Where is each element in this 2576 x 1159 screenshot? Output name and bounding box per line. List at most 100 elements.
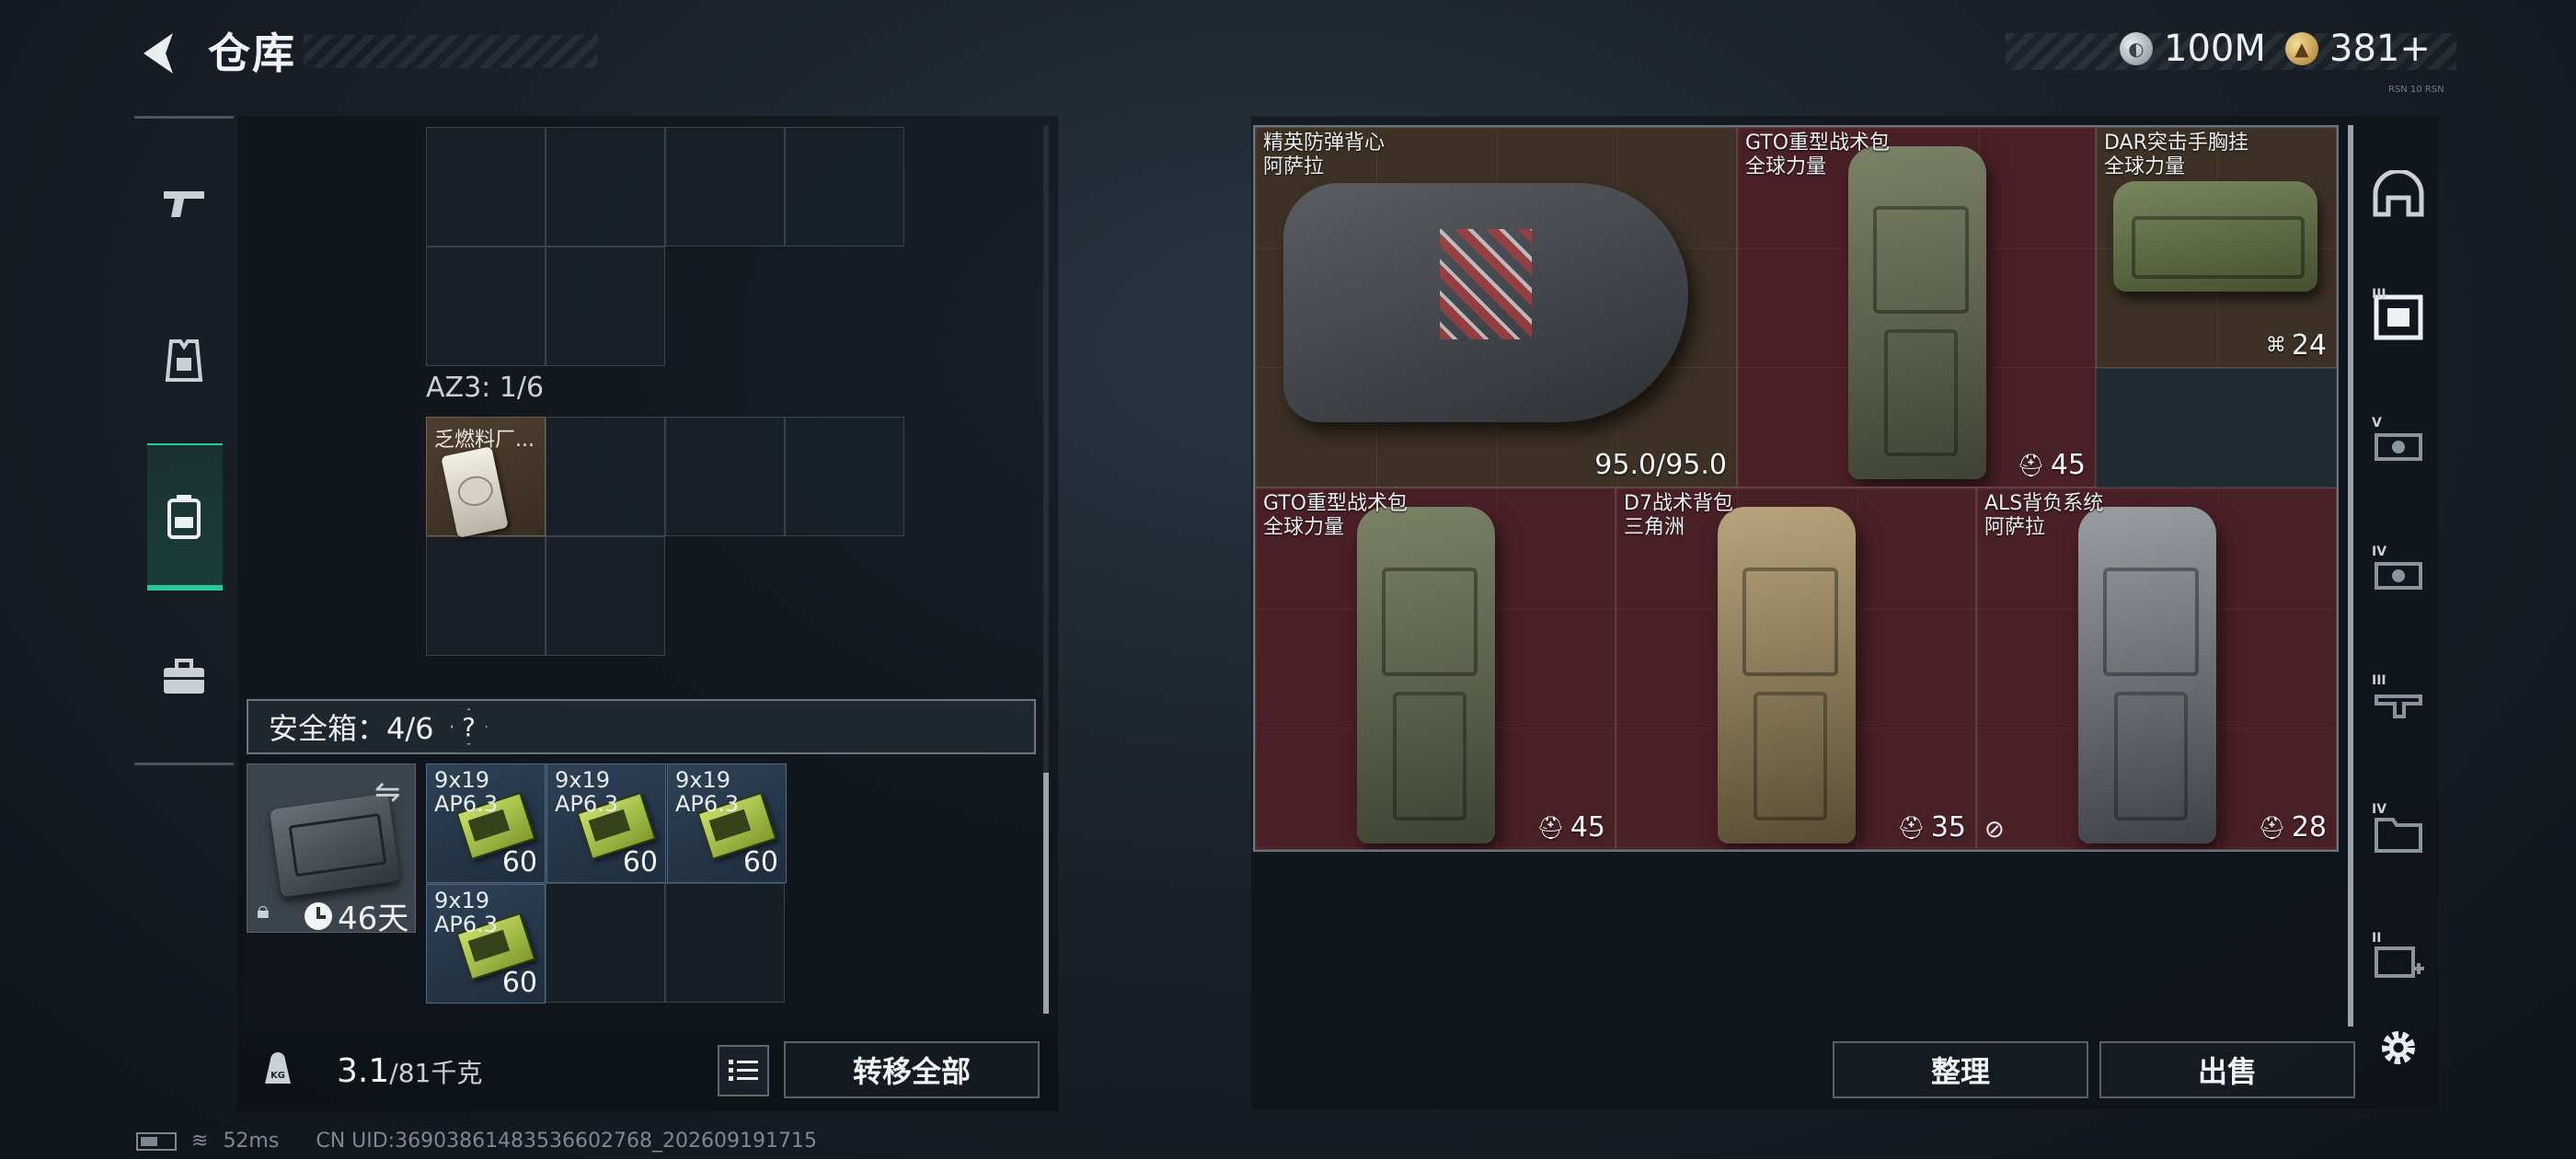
- swap-icon[interactable]: ⇋: [374, 774, 401, 810]
- gear-name: ALS背负系统: [1984, 492, 2104, 515]
- capacity-value: ⌘ 24: [2265, 329, 2327, 361]
- gear-faction: 三角洲: [1624, 516, 1685, 539]
- backpack-image: [2078, 507, 2216, 843]
- gold-coin-icon: ▲: [2285, 32, 2318, 65]
- filter-armor[interactable]: III: [2366, 285, 2431, 350]
- ammo-name: 9x19 AP6.3: [434, 888, 499, 937]
- safe-case-timer-text: 46天: [338, 901, 409, 937]
- fuel-item[interactable]: 乏燃料厂...: [426, 417, 546, 538]
- grid-gap: [785, 536, 904, 656]
- grid-cell[interactable]: [665, 883, 785, 1003]
- safe-case[interactable]: ⇋ 🔒︎ 46天: [247, 763, 416, 937]
- list-view-button[interactable]: [718, 1045, 769, 1096]
- ammo-item[interactable]: 9x19 AP6.3 60: [546, 763, 666, 883]
- no-repair-icon: ⊘: [1984, 816, 2005, 843]
- grid-cell[interactable]: [546, 417, 665, 536]
- settings-button[interactable]: [2366, 1016, 2431, 1080]
- backpack-icon: [167, 495, 201, 539]
- svg-text:KG: KG: [270, 1071, 285, 1081]
- toolbox-icon: [164, 659, 204, 694]
- ammo-item[interactable]: 9x19 AP6.3 60: [426, 884, 546, 1004]
- safe-box-header: 安全箱：4/6 ?: [247, 699, 1036, 754]
- container-grid-top: [426, 127, 904, 366]
- filter-level: IV: [2372, 802, 2387, 817]
- filter-tier2-add[interactable]: II: [2366, 929, 2431, 993]
- helmet-icon: [2373, 170, 2424, 217]
- filter-level: IV: [2372, 545, 2387, 559]
- chest-rig-image: [2113, 181, 2317, 292]
- gear-name: GTO重型战术包: [1263, 492, 1409, 515]
- gear-tile-backpack[interactable]: GTO重型战术包 全球力量 ⛑︎ 45: [1737, 127, 2096, 488]
- gear-tile-backpack[interactable]: ALS背负系统 阿萨拉 ⊘ ⛑︎ 28: [1976, 488, 2337, 850]
- help-icon[interactable]: ?: [450, 708, 488, 745]
- rifle-icon: [2375, 694, 2422, 718]
- filter-tier4-bag[interactable]: IV: [2366, 800, 2431, 865]
- storage-scrollbar-thumb[interactable]: [1043, 773, 1049, 1014]
- grid-cell[interactable]: [546, 536, 665, 656]
- grid-cell[interactable]: [426, 536, 546, 656]
- gold-currency[interactable]: ▲ 381+: [2285, 28, 2431, 70]
- capacity-value: ⛑︎ 28: [2258, 811, 2327, 843]
- nav-toolbox[interactable]: [147, 640, 221, 714]
- grid-cell[interactable]: [426, 247, 546, 366]
- list-icon: [729, 1060, 758, 1081]
- status-bar: ≋ 52ms CN UID:3690386148353660​2768_2026…: [136, 1130, 817, 1153]
- filter-tier3[interactable]: III: [2366, 671, 2431, 736]
- ping-text: 52ms: [223, 1130, 280, 1153]
- grid-cell[interactable]: [426, 127, 546, 247]
- gear-name: 精英防弹背心: [1263, 132, 1386, 155]
- grid-cell[interactable]: [546, 883, 665, 1003]
- grid-gap: [665, 536, 785, 656]
- gear-faction: 阿萨拉: [1263, 155, 1325, 178]
- gear-tile-backpack[interactable]: D7战术背包 三角洲 ⛑︎ 35: [1616, 488, 1976, 850]
- capacity-icon: ⛑︎: [1897, 814, 1926, 841]
- filter-helmet[interactable]: [2366, 162, 2431, 226]
- ammo-item[interactable]: 9x19 AP6.3 60: [426, 763, 546, 883]
- sell-button[interactable]: 出售: [2099, 1041, 2355, 1098]
- grid-cell[interactable]: [665, 417, 785, 536]
- weapon-box-icon: [2375, 562, 2422, 590]
- sort-button[interactable]: 整理: [1833, 1041, 2088, 1098]
- grid-cell[interactable]: [546, 247, 665, 366]
- az3-label: AZ3: 1/6: [426, 372, 545, 404]
- grid-cell[interactable]: [785, 127, 904, 247]
- gear-name: D7战术背包: [1624, 492, 1733, 515]
- transfer-all-button[interactable]: 转移全部: [784, 1041, 1040, 1098]
- ammo-qty: 60: [501, 967, 537, 999]
- chest-rig-icon: [165, 339, 203, 382]
- nav-weapons[interactable]: [147, 166, 221, 239]
- grid-cell[interactable]: [785, 417, 904, 536]
- gear-faction: 全球力量: [1745, 155, 1827, 178]
- ammo-name: 9x19 AP6.3: [434, 767, 499, 817]
- gear-tile-backpack[interactable]: GTO重型战术包 全球力量 ⛑︎ 45: [1255, 488, 1616, 850]
- folder-icon: [2375, 818, 2422, 853]
- grid-cell[interactable]: [546, 127, 665, 247]
- filter-tier4[interactable]: IV: [2366, 543, 2431, 607]
- weight-current: 3.1: [337, 1052, 390, 1090]
- gear-scrollbar-thumb[interactable]: [2348, 125, 2353, 1027]
- weapon-box-icon: [2375, 433, 2422, 461]
- gear-tile-chest-rig[interactable]: DAR突击手胸挂 全球力量 ⌘ 24: [2096, 127, 2337, 368]
- filter-level: V: [2372, 416, 2382, 430]
- gear-name: GTO重型战术包: [1745, 132, 1891, 155]
- fuel-item-image: [441, 446, 509, 538]
- safe-box-label: 安全箱：4/6: [269, 711, 434, 746]
- silver-currency[interactable]: ◐ 100M: [2120, 28, 2266, 70]
- filter-tier5[interactable]: V: [2366, 414, 2431, 478]
- durability-value: 95.0/95.0: [1594, 449, 1727, 481]
- capacity-value: ⛑︎ 45: [1536, 811, 1605, 843]
- grid-gap: [785, 247, 904, 366]
- empty-gear-slot[interactable]: [2096, 368, 2337, 488]
- version-tag: RSN 10 RSN: [2388, 85, 2444, 95]
- backpack-image: [1357, 507, 1495, 843]
- nav-armor[interactable]: [147, 324, 221, 397]
- gear-tile-vest[interactable]: 精英防弹背心 阿萨拉 95.0/95.0: [1255, 127, 1737, 488]
- ammo-item[interactable]: 9x19 AP6.3 60: [667, 763, 787, 883]
- add-box-icon: [2375, 947, 2424, 978]
- safe-case-timer: 46天: [305, 893, 408, 938]
- back-button[interactable]: [131, 26, 186, 81]
- gear-faction: 阿萨拉: [1984, 516, 2046, 539]
- nav-backpack[interactable]: [147, 480, 221, 554]
- vest-image: [1283, 183, 1688, 422]
- grid-cell[interactable]: [665, 127, 785, 247]
